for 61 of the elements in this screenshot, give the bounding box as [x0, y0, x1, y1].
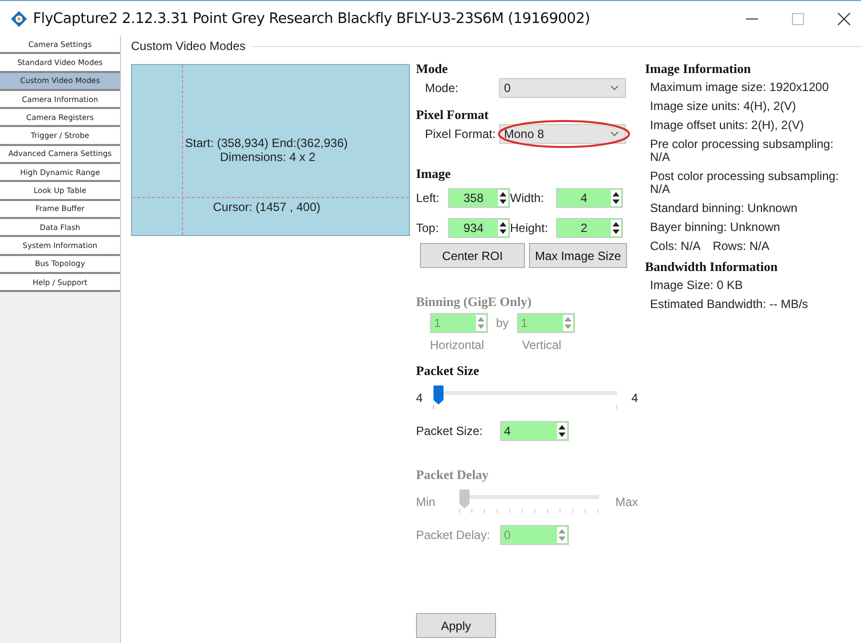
field-label: Mode: [424, 81, 460, 95]
chevron-icon [610, 131, 619, 137]
apply-button[interactable]: Apply [416, 613, 496, 638]
section-heading: Packet Delay [416, 467, 490, 483]
close-icon[interactable] [837, 12, 851, 26]
spinner-icon [611, 190, 621, 206]
slider-min-label: Min [416, 495, 436, 509]
spinner-icon [557, 423, 567, 439]
group-title: Custom Video Modes [131, 39, 247, 53]
info-text: Estimated Bandwidth: -- MB/s [650, 298, 808, 311]
field-label: Height: [510, 221, 550, 235]
number-field[interactable]: 4 [500, 421, 569, 441]
section-heading: Image Information [645, 61, 752, 77]
info-text: Image size units: 4(H), 2(V) [650, 100, 796, 113]
info-text: Bayer binning: Unknown [650, 221, 780, 234]
spinner-icon [562, 315, 573, 331]
field-label: Packet Size: [416, 424, 484, 438]
spinner-icon [611, 220, 621, 236]
info-text: Pre color processing subsampling: N/A [650, 138, 834, 164]
info-text: Post color processing subsampling: N/A [650, 170, 840, 196]
section-heading: Image [416, 166, 452, 182]
section-heading: Mode [416, 61, 449, 77]
action-button[interactable]: Max Image Size [529, 243, 627, 268]
roi-coordinates: Start: (358,934) End:(362,936) [185, 136, 348, 150]
chevron-icon [610, 85, 619, 91]
field-label: Vertical [522, 338, 562, 352]
info-text: Rows: N/A [712, 240, 770, 253]
info-text: Standard binning: Unknown [650, 202, 798, 215]
info-text: Image offset units: 2(H), 2(V) [650, 119, 804, 132]
number-field[interactable]: 4 [556, 188, 623, 208]
number-field[interactable]: 358 [448, 188, 510, 208]
cursor-position: Cursor: (1457 , 400) [213, 200, 320, 214]
slider-thumb[interactable] [432, 385, 444, 405]
number-field[interactable]: 2 [556, 218, 623, 238]
field-label: Width: [510, 191, 546, 205]
pixel-format-dropdown[interactable]: Mono 8 [499, 124, 626, 144]
spinner-icon [498, 190, 508, 206]
field-label: Packet Delay: [416, 528, 492, 542]
slider-max-label: 4 [631, 391, 638, 405]
app-logo-icon [10, 10, 28, 28]
slider-max-label: Max [615, 495, 638, 509]
action-button[interactable]: Center ROI [420, 243, 525, 268]
mode-dropdown[interactable]: 0 [499, 78, 626, 98]
field-label: by [496, 316, 509, 330]
info-text: Image Size: 0 KB [650, 279, 743, 292]
section-heading: Binning (GigE Only) [416, 294, 533, 310]
section-heading: Packet Size [416, 363, 480, 379]
spinner-icon [498, 220, 508, 236]
slider-min-label: 4 [416, 391, 423, 405]
info-text: Maximum image size: 1920x1200 [650, 81, 829, 94]
window-title: FlyCapture2 2.12.3.31 Point Grey Research Blackfly BFLY-U3-23S6M (19169002) [33, 10, 590, 26]
section-heading: Bandwidth Information [645, 259, 779, 275]
number-field[interactable]: 934 [448, 218, 510, 238]
field-label: Left: [416, 191, 440, 205]
roi-dimensions: Dimensions: 4 x 2 [220, 150, 316, 164]
section-heading: Pixel Format [416, 107, 490, 123]
spinner-icon [476, 315, 486, 331]
field-label: Top: [416, 221, 440, 235]
field-label: Horizontal [430, 338, 486, 352]
info-text: Cols: N/A [650, 240, 701, 253]
spinner-icon [557, 527, 567, 543]
